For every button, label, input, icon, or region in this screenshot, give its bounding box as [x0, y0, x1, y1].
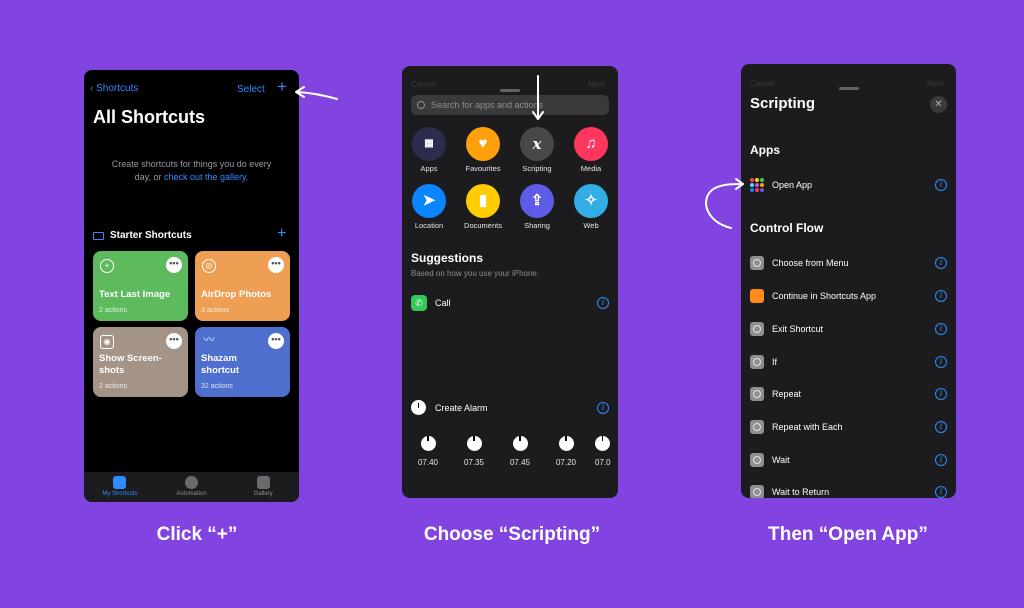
caption-step-2: Choose “Scripting” [423, 524, 601, 545]
caption-step-3: Then “Open App” [768, 524, 928, 545]
caption-step-1: Click “+” [156, 524, 238, 545]
annotation-arrows [295, 75, 744, 229]
arrow-to-open-app [705, 183, 743, 229]
